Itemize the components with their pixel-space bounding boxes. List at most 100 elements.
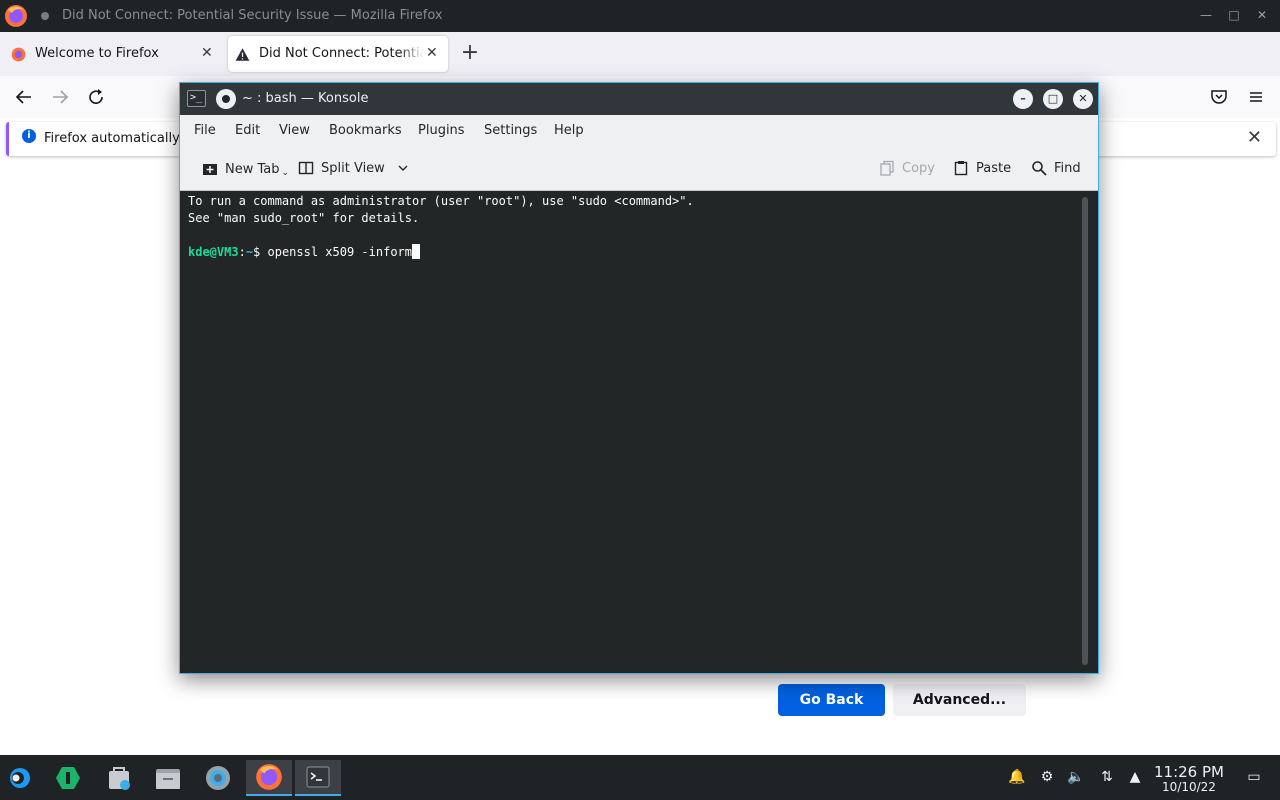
- close-notification-icon[interactable]: ✕: [1247, 127, 1262, 148]
- volume-icon[interactable]: 🔈: [1066, 767, 1086, 787]
- paste-label: Paste: [976, 160, 1012, 176]
- advanced-button[interactable]: Advanced...: [893, 684, 1026, 716]
- forward-arrow-icon: [53, 90, 69, 104]
- dropdown-arrow-icon: ⌄: [281, 168, 290, 178]
- tray-expand-icon[interactable]: ▲: [1125, 767, 1145, 787]
- close-tab-icon[interactable]: ✕: [426, 45, 438, 61]
- keep-above-icon[interactable]: [216, 89, 236, 109]
- konsole-app-icon[interactable]: >_: [187, 90, 206, 107]
- reload-icon: [89, 89, 103, 104]
- notification-text: Firefox automatically s: [44, 131, 191, 146]
- clock-time[interactable]: 11:26 PM: [1150, 763, 1228, 781]
- taskbar: 🔔 ⚙ 🔈 ⇅ ▲ ▭: [0, 755, 1280, 800]
- copy-icon: [880, 160, 894, 176]
- tab-bar: Welcome to Firefox ✕ Did Not Connect: Po…: [0, 32, 1280, 76]
- konsole-minimize-icon[interactable]: –: [1013, 89, 1033, 109]
- menu-view[interactable]: View: [279, 123, 310, 138]
- konsole-title: ~ : bash — Konsole: [242, 91, 369, 106]
- pocket-button[interactable]: [1208, 86, 1230, 108]
- menu-plugins[interactable]: Plugins: [418, 123, 465, 138]
- application-launcher-icon: [10, 768, 30, 788]
- paste-icon: [954, 161, 968, 176]
- reload-button[interactable]: [85, 86, 107, 108]
- copy-button[interactable]: Copy: [879, 160, 935, 176]
- menu-edit[interactable]: Edit: [235, 123, 260, 138]
- konsole-maximize-icon[interactable]: □: [1043, 89, 1063, 109]
- firefox-icon: [256, 764, 282, 790]
- find-label: Find: [1054, 160, 1081, 176]
- app-menu-button[interactable]: [1245, 86, 1267, 108]
- file-manager-button[interactable]: [148, 760, 188, 796]
- prompt-symbol: $: [253, 245, 268, 259]
- typed-command: openssl x509 -inform: [267, 245, 413, 259]
- info-icon: i: [22, 129, 36, 143]
- split-view-label: Split View: [321, 160, 385, 176]
- tab-label: Did Not Connect: Potential Security Issu…: [259, 46, 424, 61]
- store-button[interactable]: [99, 760, 139, 796]
- discover-icon: [56, 767, 80, 789]
- new-tab-button[interactable]: +: [460, 42, 480, 66]
- network-icon[interactable]: ⇅: [1097, 767, 1117, 787]
- search-icon: [1032, 161, 1047, 176]
- system-settings-icon: [206, 766, 230, 790]
- menu-bookmarks[interactable]: Bookmarks: [329, 123, 402, 138]
- warning-icon: [235, 48, 250, 61]
- pocket-icon: [1211, 90, 1227, 104]
- prompt-path: ~: [245, 245, 254, 259]
- tab-welcome[interactable]: Welcome to Firefox ✕: [4, 36, 222, 72]
- tab-security-issue[interactable]: Did Not Connect: Potential Security Issu…: [228, 36, 448, 72]
- konsole-close-icon[interactable]: ✕: [1073, 89, 1093, 109]
- find-button[interactable]: Find: [1031, 160, 1081, 176]
- konsole-titlebar[interactable]: >_ ~ : bash — Konsole – □ ✕: [180, 83, 1098, 115]
- firefox-logo-icon: [5, 5, 27, 27]
- clock-date[interactable]: 10/10/22: [1150, 780, 1228, 794]
- terminal-line: See "man sudo_root" for details.: [188, 211, 420, 225]
- store-icon: [109, 767, 130, 790]
- prompt-user-host: kde@VM3: [188, 245, 239, 259]
- hamburger-menu-icon: [1250, 92, 1262, 102]
- chevron-down-icon[interactable]: [397, 162, 409, 174]
- window-title: Did Not Connect: Potential Security Issu…: [62, 8, 443, 23]
- tab-label: Welcome to Firefox: [35, 46, 159, 61]
- firefox-task-button[interactable]: [246, 760, 292, 796]
- terminal-prompt-line: kde@VM3:~$ openssl x509 -inform: [188, 244, 420, 261]
- back-arrow-icon: [15, 90, 31, 104]
- new-tab-label: New Tab: [225, 161, 280, 177]
- minimize-icon[interactable]: —: [1198, 7, 1214, 23]
- terminal-line: To run a command as administrator (user …: [188, 194, 694, 208]
- paste-button[interactable]: Paste: [953, 160, 1011, 176]
- firefox-titlebar: Did Not Connect: Potential Security Issu…: [0, 0, 1280, 32]
- discover-button[interactable]: [48, 760, 88, 796]
- forward-button[interactable]: [49, 86, 71, 108]
- menu-file[interactable]: File: [194, 123, 216, 138]
- konsole-toolbar: New Tab ⌄ Split View Copy Paste Find: [180, 147, 1098, 191]
- private-indicator-dot: [41, 12, 49, 20]
- copy-label: Copy: [902, 160, 935, 176]
- split-view-button[interactable]: Split View: [298, 160, 409, 176]
- konsole-task-button[interactable]: [295, 760, 341, 796]
- system-settings-button[interactable]: [198, 760, 238, 796]
- konsole-icon: [306, 766, 330, 788]
- updates-icon[interactable]: ⚙: [1037, 767, 1057, 787]
- split-view-icon: [298, 161, 314, 175]
- file-manager-icon: [156, 769, 180, 789]
- show-desktop-icon[interactable]: ▭: [1244, 767, 1264, 787]
- close-icon[interactable]: ✕: [1254, 7, 1270, 23]
- menu-help[interactable]: Help: [554, 123, 584, 138]
- new-tab-icon: [203, 164, 217, 175]
- application-launcher-button[interactable]: [0, 760, 40, 796]
- menu-settings[interactable]: Settings: [484, 123, 537, 138]
- new-tab-button[interactable]: New Tab ⌄: [202, 160, 289, 178]
- maximize-icon[interactable]: □: [1226, 7, 1242, 23]
- prompt-separator: :: [238, 245, 246, 259]
- terminal-scrollbar[interactable]: [1082, 197, 1088, 665]
- terminal-area[interactable]: To run a command as administrator (user …: [180, 191, 1098, 673]
- close-tab-icon[interactable]: ✕: [201, 45, 213, 61]
- text-cursor: [412, 244, 420, 259]
- konsole-menubar: File Edit View Bookmarks Plugins Setting…: [180, 115, 1098, 147]
- firefox-icon: [11, 47, 26, 62]
- konsole-window[interactable]: >_ ~ : bash — Konsole – □ ✕ File Edit Vi…: [179, 82, 1099, 674]
- go-back-button[interactable]: Go Back: [778, 684, 885, 716]
- back-button[interactable]: [13, 86, 35, 108]
- notifications-icon[interactable]: 🔔: [1007, 767, 1027, 787]
